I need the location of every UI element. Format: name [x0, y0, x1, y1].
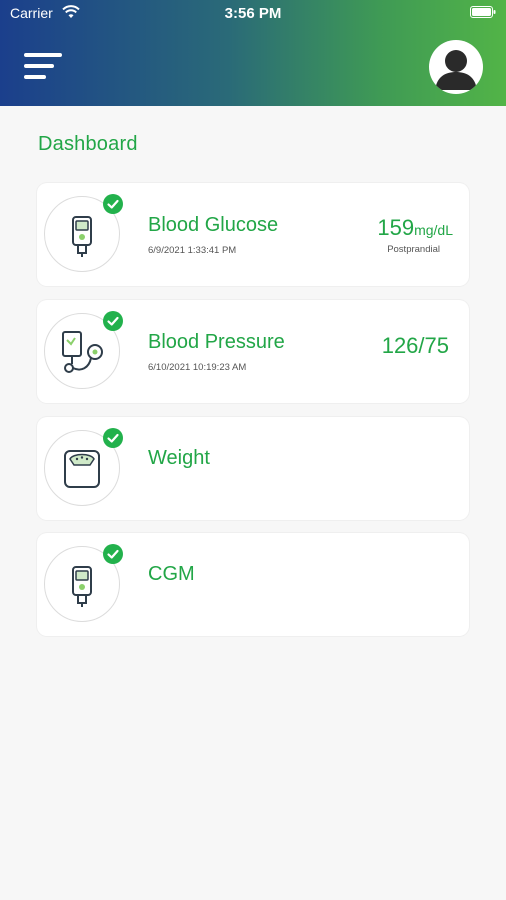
status-time: 3:56 PM — [224, 5, 282, 22]
card-title: Blood Glucose — [148, 214, 279, 236]
user-silhouette-icon[interactable] — [429, 40, 483, 94]
status-bar: Carrier 3:56 PM — [0, 0, 506, 26]
value-number: 159 — [377, 215, 415, 240]
card-title: Weight — [148, 447, 210, 469]
value-unit: mg/dL — [414, 222, 453, 238]
card-weight[interactable]: Weight — [37, 417, 469, 520]
card-title: Blood Pressure — [148, 331, 285, 353]
card-blood-pressure[interactable]: Blood Pressure 6/10/2021 10:19:23 AM 126… — [37, 300, 469, 403]
card-title: CGM — [148, 563, 195, 585]
check-icon — [103, 544, 123, 564]
card-blood-glucose[interactable]: Blood Glucose 6/9/2021 1:33:41 PM 159mg/… — [37, 183, 469, 286]
page-title: Dashboard — [38, 133, 138, 155]
check-icon — [103, 428, 123, 448]
check-icon — [103, 311, 123, 331]
card-value: 159mg/dL — [377, 215, 453, 241]
check-icon — [103, 194, 123, 214]
card-value: 126/75 — [381, 333, 449, 358]
hamburger-icon[interactable] — [24, 53, 62, 81]
battery-icon — [470, 6, 496, 18]
card-cgm[interactable]: CGM — [37, 533, 469, 636]
card-note: Postprandial — [387, 244, 440, 255]
app-header: Carrier 3:56 PM — [0, 0, 506, 106]
card-timestamp: 6/9/2021 1:33:41 PM — [148, 245, 237, 256]
card-timestamp: 6/10/2021 10:19:23 AM — [148, 362, 247, 373]
